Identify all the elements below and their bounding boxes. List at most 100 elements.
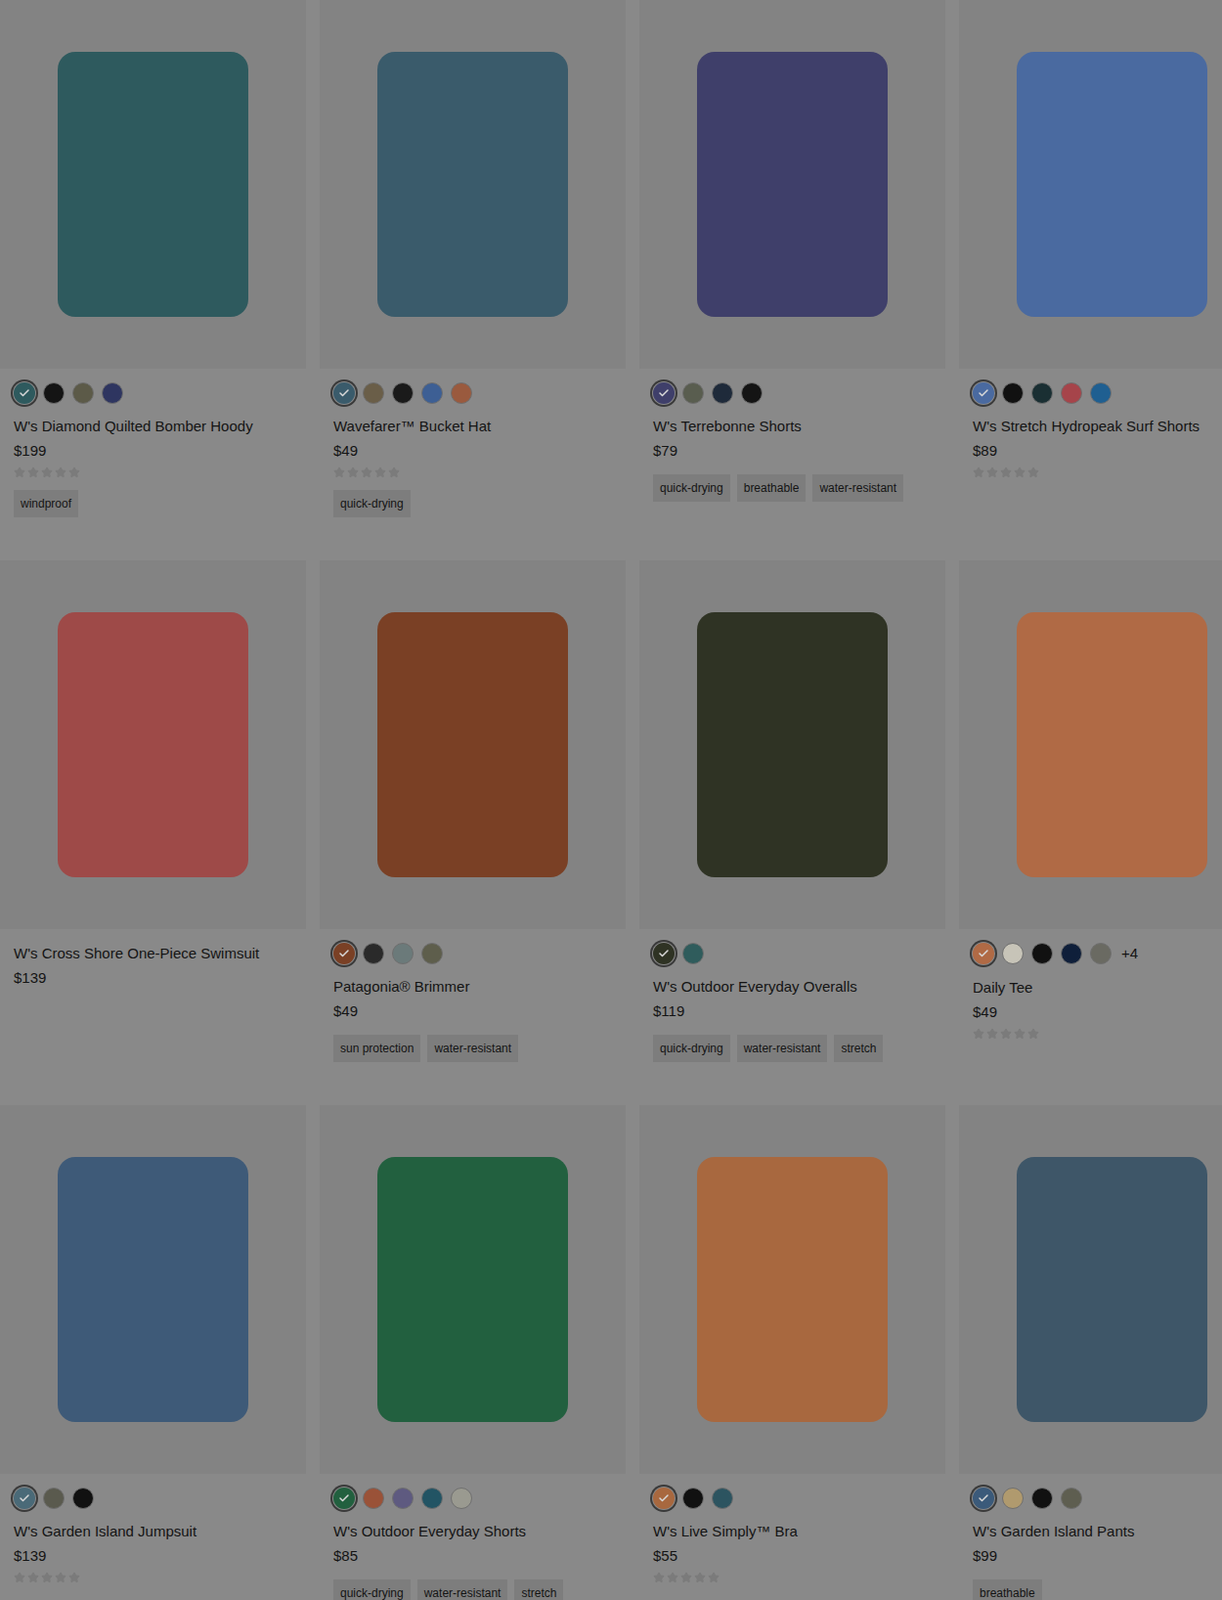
color-swatch[interactable] [450,382,473,404]
color-swatch[interactable] [72,382,94,404]
product-card[interactable]: W's Terrebonne Shorts$79quick-dryingbrea… [639,0,946,547]
product-name[interactable]: W's Stretch Hydropeak Surf Shorts [972,415,1222,437]
color-swatch[interactable] [333,382,355,404]
tag-row: windproof [13,489,293,518]
color-swatch[interactable] [1002,942,1024,964]
color-swatch[interactable] [682,1486,704,1509]
color-swatch[interactable] [1002,382,1024,404]
tag-row: quick-dryingwater-resistantstretch [333,1578,612,1600]
product-card[interactable]: Wavefarer™ Bucket Hat$49quick-drying [319,0,626,547]
more-colors[interactable]: +4 [1121,942,1138,965]
product-name[interactable]: W's Live Simply™ Bra [653,1520,932,1542]
product-card[interactable]: W's Garden Island Pants$99breathable [959,1104,1222,1600]
product-price: $49 [972,1000,1222,1024]
color-swatch[interactable] [392,382,414,404]
color-swatch[interactable] [1031,382,1053,404]
tag-row: quick-dryingbreathablewater-resistant [653,474,932,502]
check-icon [338,1491,350,1504]
color-swatch[interactable] [1031,942,1053,964]
color-swatch[interactable] [972,382,995,404]
product-card[interactable]: W's Stretch Hydropeak Surf Shorts$89 [959,0,1222,547]
product-name[interactable]: Patagonia® Brimmer [333,975,612,998]
product-name[interactable]: W's Outdoor Everyday Overalls [653,975,932,998]
product-card[interactable]: +4 Daily Tee$49 [959,560,1222,1092]
product-image[interactable] [639,0,946,369]
color-swatch[interactable] [1031,1486,1053,1509]
product-card[interactable]: W's Cross Shore One-Piece Swimsuit$139 [0,560,306,1092]
product-name[interactable]: Daily Tee [972,976,1222,999]
product-image[interactable] [959,560,1222,929]
product-image[interactable] [959,0,1222,369]
color-swatch[interactable] [421,382,443,404]
color-swatch[interactable] [392,942,414,964]
product-card[interactable]: W's Garden Island Jumpsuit$139 [0,1104,306,1600]
product-name[interactable]: W's Diamond Quilted Bomber Hoody [13,415,293,437]
swatch-row [653,382,932,404]
color-swatch[interactable] [43,382,65,404]
color-swatch[interactable] [101,382,124,404]
color-swatch[interactable] [711,1486,734,1509]
color-swatch[interactable] [72,1486,94,1509]
color-swatch[interactable] [362,942,385,964]
color-swatch[interactable] [653,942,675,964]
star-icon [680,1571,693,1583]
color-swatch[interactable] [682,942,704,964]
product-image[interactable] [959,1104,1222,1474]
product-image[interactable] [0,1104,306,1474]
color-swatch[interactable] [1090,382,1112,404]
check-icon [977,947,990,960]
star-icon [68,1571,81,1583]
product-card[interactable]: W's Diamond Quilted Bomber Hoody$199wind… [0,0,306,547]
check-icon [657,947,670,960]
product-image[interactable] [0,560,306,929]
color-swatch[interactable] [1060,942,1083,964]
product-card[interactable]: W's Outdoor Everyday Shorts$85 quick-dryi… [319,1104,626,1600]
color-swatch[interactable] [972,942,995,964]
feature-tag: breathable [972,1578,1043,1600]
color-swatch[interactable] [450,1486,473,1509]
color-swatch[interactable] [333,942,355,964]
color-swatch[interactable] [1060,1486,1083,1509]
color-swatch[interactable] [421,942,443,964]
product-image[interactable] [319,1104,626,1474]
product-name[interactable]: W's Garden Island Jumpsuit [13,1520,293,1542]
color-swatch[interactable] [333,1486,355,1509]
product-image[interactable] [639,560,946,929]
color-swatch[interactable] [421,1486,443,1509]
color-swatch[interactable] [653,1486,675,1509]
color-swatch[interactable] [43,1486,65,1509]
product-card[interactable]: Patagonia® Brimmer$49sun protectionwater… [319,560,626,1092]
color-swatch[interactable] [1090,942,1112,964]
color-swatch[interactable] [392,1486,414,1509]
color-swatch[interactable] [1002,1486,1024,1509]
check-icon [18,1491,31,1504]
tag-row: sun protectionwater-resistant [333,1034,612,1062]
color-swatch[interactable] [1060,382,1083,404]
product-image[interactable] [319,560,626,929]
color-swatch[interactable] [13,382,36,404]
product-image[interactable] [639,1104,946,1474]
product-image[interactable] [319,0,626,369]
product-card[interactable]: W's Live Simply™ Bra$55 [639,1104,946,1600]
swatch-row [333,1486,612,1509]
product-name[interactable]: Wavefarer™ Bucket Hat [333,415,612,437]
product-card[interactable]: W's Outdoor Everyday Overalls$119quick-d… [639,560,946,1092]
product-name[interactable]: W's Terrebonne Shorts [653,415,932,437]
color-swatch[interactable] [711,382,734,404]
product-name[interactable]: W's Outdoor Everyday Shorts [333,1520,612,1542]
color-swatch[interactable] [13,1486,36,1509]
swatch-row [333,942,612,964]
product-price: $85 [333,1543,612,1568]
color-swatch[interactable] [362,1486,385,1509]
feature-tag: quick-drying [653,1034,731,1062]
tag-row: quick-drying [333,489,612,518]
product-image[interactable] [0,0,306,369]
color-swatch[interactable] [741,382,763,404]
color-swatch[interactable] [362,382,385,404]
color-swatch[interactable] [653,382,675,404]
product-name[interactable]: W's Cross Shore One-Piece Swimsuit [13,942,293,964]
product-name[interactable]: W's Garden Island Pants [972,1520,1222,1542]
swatch-row: +4 [972,942,1222,965]
color-swatch[interactable] [682,382,704,404]
color-swatch[interactable] [972,1486,995,1509]
